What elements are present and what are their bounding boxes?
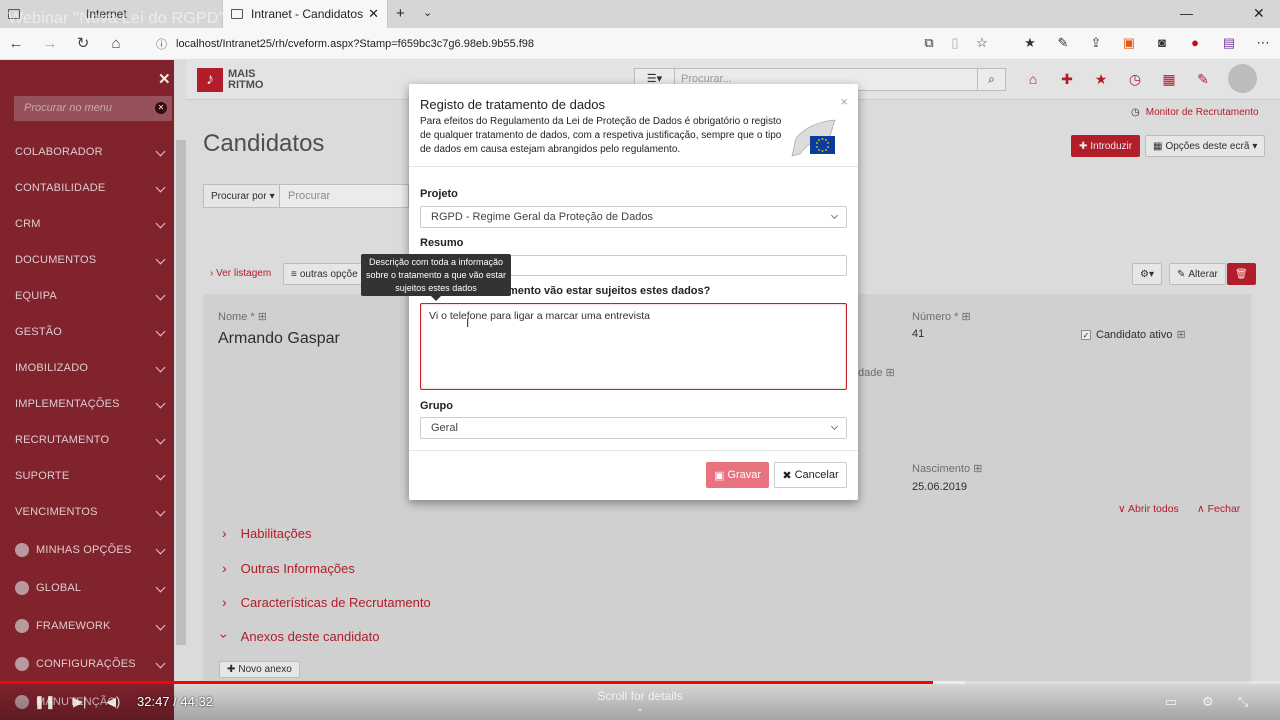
- more-icon[interactable]: ⋯: [1254, 34, 1272, 52]
- grupo-select[interactable]: Geral: [420, 417, 847, 439]
- scroll-for-details[interactable]: Scroll for details ⌄: [560, 689, 720, 714]
- new-tab-icon[interactable]: +: [396, 5, 405, 22]
- volume-icon[interactable]: ◀): [106, 694, 120, 710]
- modal-title: Registo de tratamento de dados: [420, 97, 606, 112]
- home-icon[interactable]: ⌂: [106, 34, 126, 54]
- chevron-down-icon: [830, 422, 839, 431]
- projeto-value: RGPD - Regime Geral da Proteção de Dados: [431, 211, 653, 223]
- share-icon[interactable]: ⇪: [1087, 34, 1105, 52]
- page-icon: [231, 9, 243, 19]
- video-progress-bar[interactable]: [0, 681, 934, 684]
- chevron-down-icon[interactable]: ⌄: [423, 6, 432, 19]
- text-cursor-icon: I: [466, 316, 470, 330]
- favorites-icon[interactable]: ★: [1021, 34, 1039, 52]
- forward-icon[interactable]: →: [40, 34, 60, 54]
- close-icon: ✖: [782, 469, 792, 482]
- pause-icon[interactable]: ❚❚: [34, 694, 56, 710]
- close-icon[interactable]: ×: [840, 94, 848, 109]
- chevron-down-icon: ⌄: [635, 703, 645, 714]
- office-icon[interactable]: ▣: [1120, 34, 1138, 52]
- eu-flag-icon: [791, 119, 836, 157]
- tooltip: Descrição com toda a informação sobre o …: [361, 254, 511, 301]
- refresh-icon[interactable]: ↻: [73, 34, 93, 54]
- close-window-icon[interactable]: ✕: [1253, 5, 1265, 22]
- grupo-value: Geral: [431, 422, 458, 434]
- gravar-button[interactable]: ▣ Gravar: [706, 462, 769, 488]
- pinterest-icon[interactable]: ●: [1186, 34, 1204, 52]
- scroll-hint-label: Scroll for details: [597, 689, 683, 703]
- info-icon: ⓘ: [156, 39, 167, 51]
- projeto-select[interactable]: RGPD - Regime Geral da Proteção de Dados: [420, 206, 847, 228]
- modal-footer-divider: [409, 450, 858, 451]
- cancelar-button[interactable]: ✖ Cancelar: [774, 462, 847, 488]
- modal-description: Para efeitos do Regulamento da Lei de Pr…: [420, 116, 782, 155]
- cancelar-label: Cancelar: [794, 469, 839, 481]
- url-field[interactable]: ⓘ localhost/Intranet25/rh/cveform.aspx?S…: [148, 32, 998, 56]
- reading-view-icon[interactable]: ▯: [946, 34, 964, 52]
- question-label: mento vão estar sujeitos estes dados?: [508, 285, 711, 297]
- resumo-label: Resumo: [420, 237, 464, 249]
- exit-fullscreen-icon[interactable]: ⤡: [1238, 694, 1248, 710]
- back-icon[interactable]: ←: [6, 34, 26, 54]
- textarea-value: Vi o telefone para ligar a marcar uma en…: [429, 310, 651, 322]
- settings-gear-icon[interactable]: ⚙: [1202, 694, 1214, 710]
- captions-icon[interactable]: ▭: [1165, 694, 1177, 710]
- translate-icon[interactable]: ⧉: [920, 34, 938, 52]
- close-tab-icon[interactable]: ✕: [368, 6, 379, 22]
- tab-intranet-candidatos[interactable]: Intranet - Candidatos ✕: [222, 0, 388, 28]
- chevron-down-icon: [830, 211, 839, 220]
- grupo-label: Grupo: [420, 400, 453, 412]
- video-title: Webinar "Nova Lei do RGPD": [8, 10, 225, 27]
- tab-label: Intranet - Candidatos: [251, 7, 364, 21]
- tratamento-textarea[interactable]: Vi o telefone para ligar a marcar uma en…: [420, 303, 847, 390]
- save-icon: ▣: [713, 469, 725, 482]
- pen-icon[interactable]: ✎: [1054, 34, 1072, 52]
- projeto-label: Projeto: [420, 188, 458, 200]
- minimize-icon[interactable]: —: [1180, 6, 1193, 21]
- gravar-label: Gravar: [727, 469, 762, 481]
- modal-header: Registo de tratamento de dados Para efei…: [409, 84, 858, 167]
- address-bar: ← → ↻ ⌂ ⓘ localhost/Intranet25/rh/cvefor…: [0, 28, 1280, 60]
- onenote-icon[interactable]: ▤: [1220, 34, 1238, 52]
- video-time: 32:47 / 44:32: [137, 694, 213, 709]
- url-text: localhost/Intranet25/rh/cveform.aspx?Sta…: [176, 38, 535, 50]
- favorite-star-icon[interactable]: ☆: [973, 34, 991, 52]
- next-icon[interactable]: ▶|: [73, 694, 86, 710]
- pocket-icon[interactable]: ◙: [1153, 34, 1171, 52]
